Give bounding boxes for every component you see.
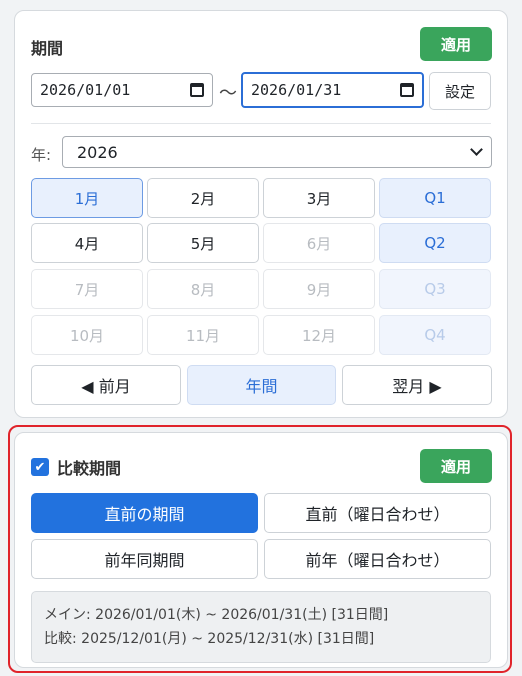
month-button-3[interactable]: 3月: [263, 178, 375, 218]
compare-apply-button[interactable]: 適用: [420, 449, 492, 483]
compare-checkbox[interactable]: ✔: [31, 458, 49, 476]
month-button-4[interactable]: 4月: [31, 223, 143, 263]
quarter-button-q1[interactable]: Q1: [379, 178, 491, 218]
quarter-button-q4: Q4: [379, 315, 491, 355]
period-title: 期間: [31, 39, 64, 58]
compare-summary: メイン: 2026/01/01(木) ~ 2026/01/31(土) [31日間…: [31, 591, 491, 663]
quarter-button-q3: Q3: [379, 269, 491, 309]
month-button-8: 8月: [147, 269, 259, 309]
month-button-2[interactable]: 2月: [147, 178, 259, 218]
month-button-12: 12月: [263, 315, 375, 355]
end-date-input[interactable]: 2026/01/31: [241, 72, 424, 108]
quarter-button-q2[interactable]: Q2: [379, 223, 491, 263]
set-date-button[interactable]: 設定: [429, 72, 491, 110]
prev-month-button[interactable]: ◀ 前月: [31, 365, 181, 405]
period-apply-button[interactable]: 適用: [420, 27, 492, 61]
compare-option-previous-period[interactable]: 直前の期間: [31, 493, 258, 533]
summary-main-range: メイン: 2026/01/01(木) ~ 2026/01/31(土) [31日間…: [44, 607, 389, 623]
year-select-value: 2026: [77, 142, 118, 162]
month-button-11: 11月: [147, 315, 259, 355]
compare-option-previous-weekday[interactable]: 直前（曜日合わせ）: [264, 493, 491, 533]
next-month-button[interactable]: 翌月 ▶: [342, 365, 492, 405]
full-year-button[interactable]: 年間: [187, 365, 336, 405]
summary-compare-range: 比較: 2025/12/01(月) ~ 2025/12/31(水) [31日間]: [44, 631, 375, 647]
start-date-input[interactable]: 2026/01/01: [31, 73, 213, 107]
divider: [31, 123, 491, 124]
chevron-down-icon: [470, 143, 483, 156]
calendar-icon[interactable]: [400, 83, 414, 97]
month-button-7: 7月: [31, 269, 143, 309]
year-select[interactable]: 2026: [62, 136, 492, 168]
start-date-value: 2026/01/01: [40, 81, 131, 99]
month-button-6: 6月: [263, 223, 375, 263]
month-button-10: 10月: [31, 315, 143, 355]
year-label: 年:: [31, 146, 52, 164]
calendar-icon[interactable]: [190, 83, 204, 97]
end-date-value: 2026/01/31: [251, 81, 342, 99]
compare-option-last-year[interactable]: 前年同期間: [31, 539, 258, 579]
month-button-1[interactable]: 1月: [31, 178, 143, 218]
compare-header: ✔ 比較期間: [31, 455, 121, 479]
date-range-separator: ～: [219, 83, 237, 104]
month-button-9: 9月: [263, 269, 375, 309]
checkmark-icon: ✔: [34, 459, 46, 475]
compare-title: 比較期間: [57, 459, 122, 478]
month-button-5[interactable]: 5月: [147, 223, 259, 263]
period-panel: 期間 適用 2026/01/01 ～ 2026/01/31 設定 年: 2026…: [14, 10, 508, 418]
compare-option-last-year-weekday[interactable]: 前年（曜日合わせ）: [264, 539, 491, 579]
compare-panel: ✔ 比較期間 適用 直前の期間 直前（曜日合わせ） 前年同期間 前年（曜日合わせ…: [14, 432, 508, 668]
